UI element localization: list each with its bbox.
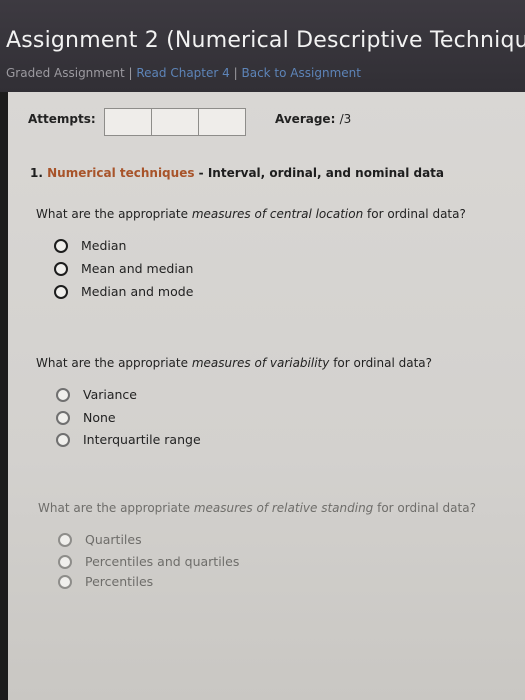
question-subtitle: Interval, ordinal, and nominal data	[207, 166, 445, 180]
question-relative-standing: What are the appropriate measures of rel…	[38, 501, 476, 515]
radio-button[interactable]	[56, 410, 70, 425]
question-text: What are the appropriate	[36, 207, 192, 221]
attempt-box	[151, 108, 199, 136]
radio-button[interactable]	[54, 238, 68, 253]
option-label: None	[83, 410, 116, 425]
question-emphasis: measures of relative standing	[193, 501, 374, 515]
attempts-label: Attempts:	[28, 112, 96, 126]
separator: |	[128, 66, 133, 80]
page-header: Assignment 2 (Numerical Descriptive Tech…	[0, 0, 525, 92]
question-dash: -	[194, 166, 208, 180]
radio-button[interactable]	[58, 574, 72, 589]
question-panel: Attempts: Average: /3 1. Numerical techn…	[8, 92, 525, 700]
option-label: Percentiles and quartiles	[85, 554, 240, 569]
option-label: Quartiles	[85, 532, 142, 547]
question-variability: What are the appropriate measures of var…	[36, 356, 432, 370]
option-median[interactable]: Median	[54, 238, 126, 253]
question-text: for ordinal data?	[373, 501, 476, 515]
attempt-boxes	[104, 108, 246, 136]
attempt-box	[198, 108, 246, 136]
question-central-location: What are the appropriate measures of cen…	[36, 207, 466, 221]
average-label: Average:	[275, 112, 336, 126]
attempt-box	[104, 108, 152, 136]
radio-button[interactable]	[56, 387, 70, 402]
option-variance[interactable]: Variance	[56, 387, 137, 402]
question-text: What are the appropriate	[36, 356, 192, 370]
option-median-and-mode[interactable]: Median and mode	[54, 284, 193, 299]
radio-button[interactable]	[54, 284, 68, 299]
read-chapter-link[interactable]: Read Chapter 4	[136, 66, 229, 80]
separator: |	[233, 66, 238, 80]
question-text: What are the appropriate	[38, 501, 194, 515]
option-label: Variance	[83, 387, 137, 402]
question-heading: 1. Numerical techniques - Interval, ordi…	[30, 166, 444, 180]
option-label: Mean and median	[81, 261, 194, 276]
option-interquartile-range[interactable]: Interquartile range	[56, 432, 201, 447]
radio-button[interactable]	[54, 261, 68, 276]
question-text: for ordinal data?	[363, 207, 466, 221]
option-percentiles-and-quartiles[interactable]: Percentiles and quartiles	[58, 554, 239, 569]
radio-button[interactable]	[58, 554, 72, 569]
option-label: Median and mode	[81, 284, 194, 299]
option-label: Median	[81, 238, 127, 253]
graded-assignment-label: Graded Assignment	[6, 66, 125, 80]
question-emphasis: measures of central location	[191, 207, 364, 221]
radio-button[interactable]	[56, 432, 70, 447]
radio-button[interactable]	[58, 532, 72, 547]
back-to-assignment-link[interactable]: Back to Assignment	[241, 66, 360, 80]
assignment-title: Assignment 2 (Numerical Descriptive Tech…	[6, 28, 525, 53]
option-percentiles[interactable]: Percentiles	[58, 574, 153, 589]
question-number: 1.	[30, 166, 43, 180]
question-text: for ordinal data?	[329, 356, 433, 370]
question-emphasis: measures of variability	[191, 356, 330, 370]
assignment-subline: Graded Assignment | Read Chapter 4 | Bac…	[6, 66, 361, 80]
option-mean-and-median[interactable]: Mean and median	[54, 261, 193, 276]
option-label: Interquartile range	[83, 432, 201, 447]
option-quartiles[interactable]: Quartiles	[58, 532, 142, 547]
average-value: /3	[339, 112, 352, 126]
option-label: Percentiles	[85, 574, 154, 589]
average-score: Average: /3	[275, 112, 351, 126]
option-none[interactable]: None	[56, 410, 116, 425]
question-topic: Numerical techniques	[47, 166, 195, 180]
